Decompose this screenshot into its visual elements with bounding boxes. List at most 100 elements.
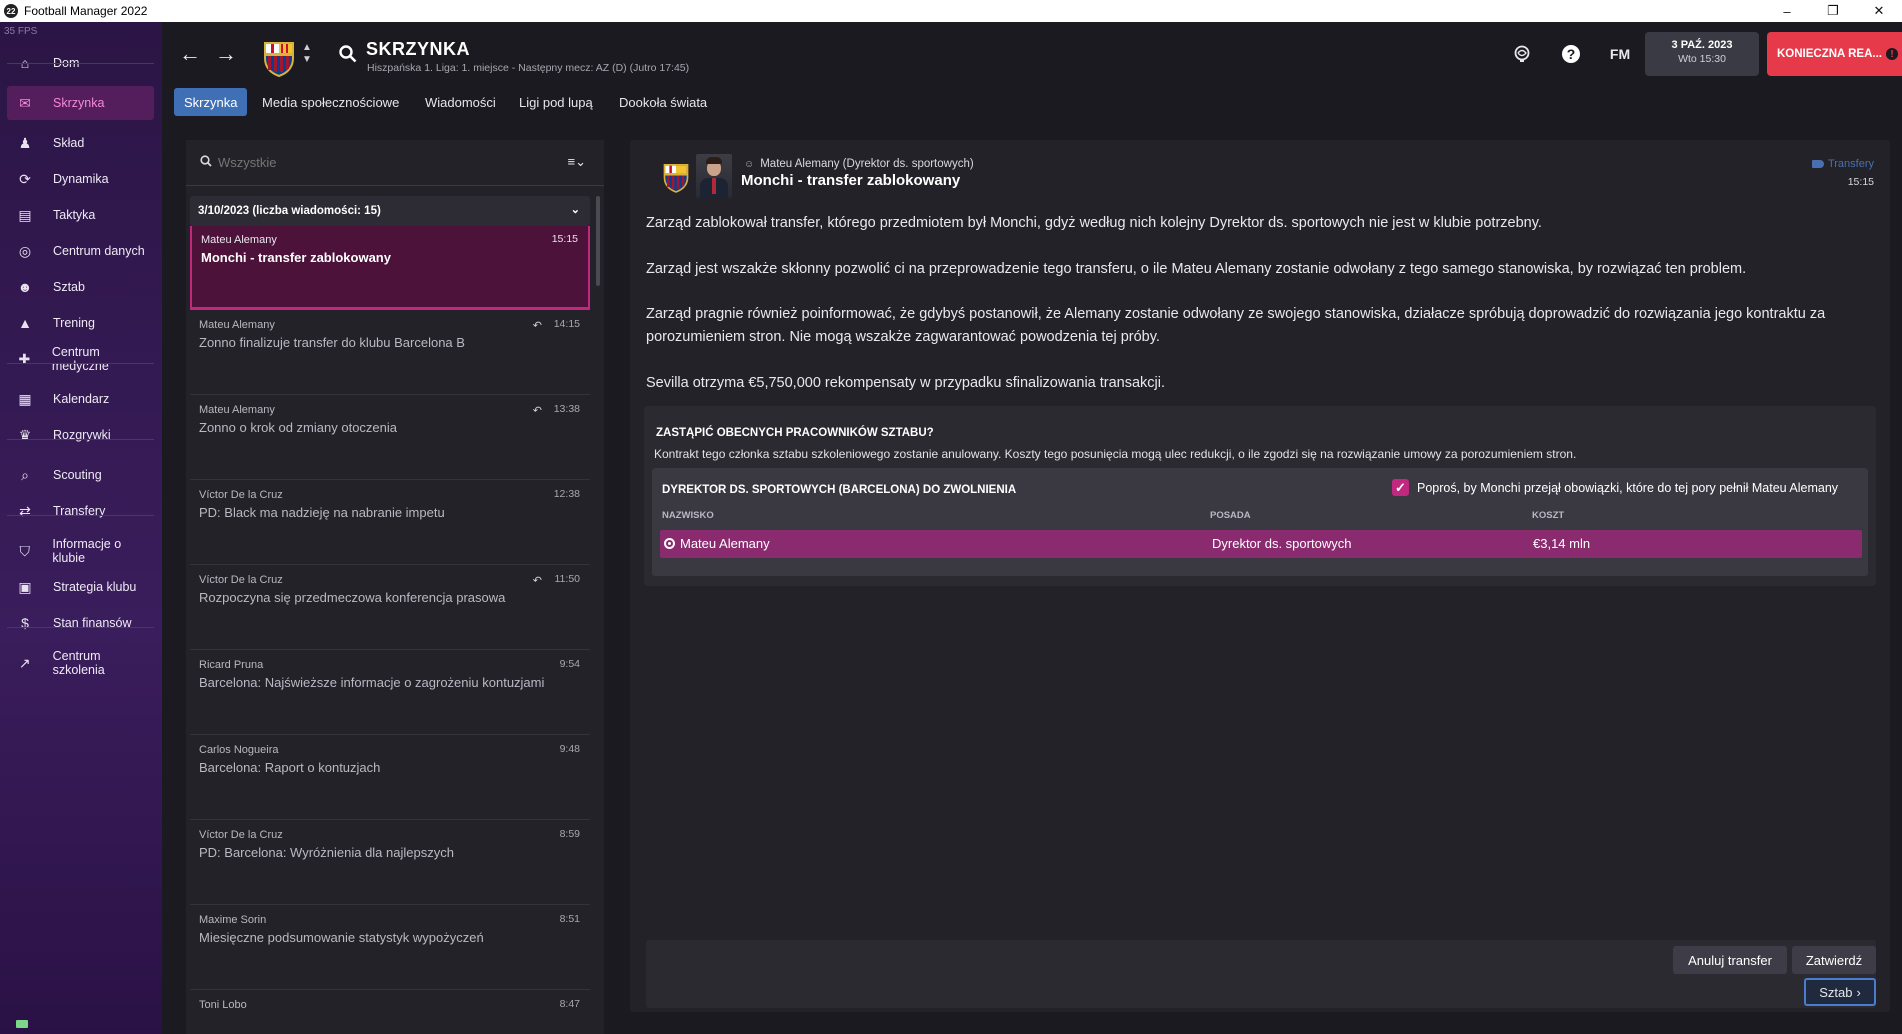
minimize-button[interactable]: –	[1764, 0, 1810, 22]
sidebar-divider	[7, 363, 154, 364]
sidebar-item-label: Centrum szkolenia	[52, 649, 105, 677]
sidebar-item-transfers[interactable]: ⇄ Transfery	[7, 494, 154, 528]
tab-social-media[interactable]: Media społecznościowe	[252, 88, 409, 116]
tab-news[interactable]: Wiadomości	[415, 88, 506, 116]
column-header-position[interactable]: POSADA	[1210, 510, 1251, 521]
sidebar-divider	[7, 627, 154, 628]
chevron-down-icon[interactable]: ⌄	[571, 203, 580, 216]
app-icon: 22	[4, 4, 18, 18]
continue-date-button[interactable]: 3 PAŹ. 2023 Wto 15:30	[1645, 32, 1759, 76]
help-icon[interactable]: ?	[1557, 40, 1585, 68]
message-time: 8:51	[559, 913, 580, 925]
sidebar-item-label: Centrum danych	[53, 244, 145, 258]
tactics-icon: ▤	[18, 206, 32, 223]
message-time: 15:15	[1847, 176, 1874, 188]
list-item[interactable]: Ricard Pruna 9:54 Barcelona: Najświeższe i…	[190, 651, 590, 735]
message-sender[interactable]: ☺ Mateu Alemany (Dyrektor ds. sportowych)	[744, 158, 974, 170]
sender-photo[interactable]	[696, 154, 732, 198]
list-item[interactable]: Víctor De la Cruz 8:59 PD: Barcelona: Wyró…	[190, 821, 590, 905]
replacement-checkbox[interactable]: ✓ Poproś, by Monchi przejął obowiązki, k…	[1392, 479, 1838, 496]
search-icon	[200, 155, 212, 170]
staff-button[interactable]: Sztab ›	[1804, 978, 1876, 1006]
sidebar-item-club-info[interactable]: ⛉ Informacje o klubie	[7, 534, 154, 568]
search-icon[interactable]	[335, 38, 361, 70]
data-hub-icon: ◎	[18, 242, 32, 259]
tab-around-world[interactable]: Dookoła świata	[609, 88, 717, 116]
column-header-name[interactable]: NAZWISKO	[662, 510, 714, 521]
radio-selected-icon[interactable]	[664, 538, 675, 549]
sidebar-item-label: Taktyka	[53, 208, 96, 222]
fps-counter: 35 FPS	[4, 26, 38, 37]
tab-skrzynka[interactable]: Skrzynka	[174, 88, 248, 116]
column-header-cost[interactable]: KOSZT	[1532, 510, 1564, 521]
message-subject: Zonno o krok od zmiany otoczenia	[199, 420, 397, 435]
dynamics-icon: ⟳	[19, 170, 31, 187]
staff-name[interactable]: Mateu Alemany	[680, 536, 770, 551]
table-row[interactable]: Mateu Alemany Dyrektor ds. sportowych €3…	[660, 530, 1862, 558]
back-arrow-icon[interactable]: ←	[174, 38, 206, 70]
checkmark-icon[interactable]: ✓	[1392, 479, 1409, 496]
tab-leagues-focus[interactable]: Ligi pod lupą	[509, 88, 603, 116]
sort-menu-icon[interactable]: ≡⌄	[568, 154, 586, 170]
sidebar-item-calendar[interactable]: ▦ Kalendarz	[7, 382, 154, 416]
staff-button-label: Sztab	[1819, 984, 1853, 1000]
fm-menu-button[interactable]: FM	[1602, 40, 1638, 68]
urgent-action-label: KONIECZNA REA...	[1777, 48, 1882, 60]
competitions-icon: ♛	[18, 426, 32, 443]
club-switch-chevrons-icon[interactable]: ▲ ▼	[302, 42, 312, 66]
alert-icon: !	[1886, 48, 1898, 60]
close-button[interactable]: ✕	[1856, 0, 1902, 22]
current-day-time: Wto 15:30	[1678, 53, 1726, 65]
sidebar-item-tactics[interactable]: ▤ Taktyka	[7, 198, 154, 232]
message-subject: Barcelona: Raport o kontuzjach	[199, 760, 381, 775]
message-sender: Mateu Alemany	[199, 319, 275, 331]
svg-text:?: ?	[1567, 46, 1576, 62]
urgent-action-button[interactable]: KONIECZNA REA... !	[1767, 32, 1902, 76]
message-category-label: Transfery	[1827, 158, 1874, 170]
message-sender: Ricard Pruna	[199, 659, 264, 671]
sidebar-item-club-vision[interactable]: ▣ Strategia klubu	[7, 570, 154, 604]
message-view: ☺ Mateu Alemany (Dyrektor ds. sportowych)…	[630, 140, 1890, 1012]
sidebar-item-staff[interactable]: ☻ Sztab	[7, 270, 154, 304]
message-time: 12:38	[553, 488, 580, 500]
list-item[interactable]: Toni Lobo 8:47	[190, 991, 590, 1034]
sidebar-item-medical[interactable]: ✚ Centrum medyczne	[7, 342, 154, 376]
inbox-search-input[interactable]	[218, 155, 518, 170]
list-item[interactable]: Mateu Alemany 15:15 Monchi - transfer zabl…	[190, 226, 590, 310]
list-item[interactable]: Carlos Nogueira 9:48 Barcelona: Raport o k…	[190, 736, 590, 820]
sidebar-item-scouting[interactable]: ⌕ Scouting	[7, 458, 154, 492]
list-item[interactable]: Maxime Sorin 8:51 Miesięczne podsumowanie …	[190, 906, 590, 990]
sidebar-item-dev-centre[interactable]: ↗ Centrum szkolenia	[7, 646, 154, 680]
chevron-right-icon: ›	[1856, 984, 1861, 1000]
message-sender: Víctor De la Cruz	[199, 489, 283, 501]
sidebar-item-training[interactable]: ▲ Trening	[7, 306, 154, 340]
message-time: 13:38	[553, 403, 580, 415]
decision-description: Kontrakt tego członka sztabu szkoleniowe…	[654, 447, 1577, 461]
globe-brain-icon[interactable]	[1508, 40, 1536, 68]
message-list-scrollbar[interactable]	[596, 196, 600, 286]
forward-arrow-icon[interactable]: →	[210, 38, 242, 70]
confirm-button[interactable]: Zatwierdź	[1792, 946, 1876, 974]
window-title: Football Manager 2022	[24, 4, 148, 18]
cancel-transfer-button[interactable]: Anuluj transfer	[1673, 946, 1787, 974]
restore-button[interactable]: ❐	[1810, 0, 1856, 22]
action-bar: Anuluj transfer Zatwierdź Sztab ›	[646, 940, 1876, 1008]
list-item[interactable]: Víctor De la Cruz 12:38 PD: Black ma nadzi…	[190, 481, 590, 565]
message-group-header[interactable]: 3/10/2023 (liczba wiadomości: 15) ⌄	[190, 196, 590, 226]
message-subject: Miesięczne podsumowanie statystyk wypoży…	[199, 930, 484, 945]
sidebar-item-squad[interactable]: ♟ Skład	[7, 126, 154, 160]
transfers-icon: ⇄	[19, 502, 31, 519]
list-item[interactable]: Mateu Alemany 13:38 Zonno o krok od zmiany…	[190, 396, 590, 480]
message-subject: Barcelona: Najświeższe informacje o zagr…	[199, 675, 545, 690]
window-title-bar: 22 Football Manager 2022 – ❐ ✕	[0, 0, 1902, 22]
message-sender-label: Mateu Alemany (Dyrektor ds. sportowych)	[760, 158, 974, 170]
club-badge-icon[interactable]	[262, 40, 296, 78]
list-item[interactable]: Víctor De la Cruz 11:50 Rozpoczyna się prz…	[190, 566, 590, 650]
sidebar-item-finances[interactable]: $ Stan finansów	[7, 606, 154, 640]
sidebar-item-inbox[interactable]: ✉ Skrzynka	[7, 86, 154, 120]
message-category-tag[interactable]: Transfery	[1811, 158, 1874, 170]
sidebar-item-data-hub[interactable]: ◎ Centrum danych	[7, 234, 154, 268]
sidebar-item-dynamics[interactable]: ⟳ Dynamika	[7, 162, 154, 196]
list-item[interactable]: Mateu Alemany 14:15 Zonno finalizuje trans…	[190, 311, 590, 395]
sidebar-item-competitions[interactable]: ♛ Rozgrywki	[7, 418, 154, 452]
